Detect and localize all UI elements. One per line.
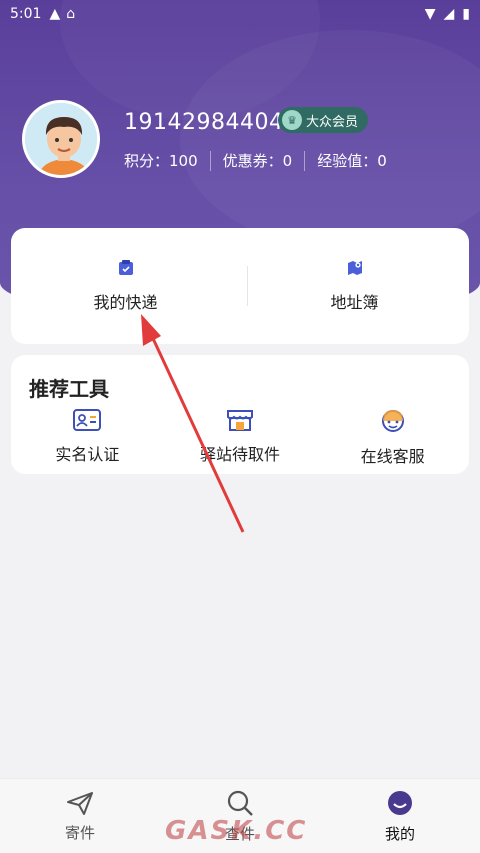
tab-mine[interactable]: 我的 [320,779,480,853]
my-express-button[interactable]: 我的快递 [11,228,240,344]
avatar[interactable] [22,100,100,178]
coupons-label: 优惠券： [222,152,283,170]
member-badge-label: 大众会员 [306,114,359,130]
clipboard-check-icon [118,260,133,275]
tab-send[interactable]: 寄件 [0,779,160,853]
exp-value: 0 [377,152,387,170]
tools-title: 推荐工具 [29,377,109,401]
exp-stat[interactable]: 经验值：0 [317,150,387,171]
crown-icon: ♛ [282,110,302,130]
exp-label: 经验值： [317,152,378,170]
tool-station-pickup[interactable]: 驿站待取件 [164,407,317,467]
coupons-value: 0 [282,152,293,170]
profile-icon [388,790,412,815]
stats-divider [209,150,211,171]
quick-actions-card: 我的快递 地址簿 [11,228,469,344]
coupons-stat[interactable]: 优惠券：0 [223,150,293,171]
search-icon [227,790,253,816]
send-icon [67,791,93,815]
tab-label: 我的 [384,824,415,843]
watermark: GASK.CC [165,816,308,846]
points-stat[interactable]: 积分：100 [124,150,198,171]
tool-label: 实名认证 [55,445,120,464]
member-badge[interactable]: ♛ 大众会员 [278,107,369,133]
user-phone: 19142984404 [124,110,284,135]
user-stats: 积分：100 优惠券：0 经验值：0 [124,150,387,171]
stats-divider [304,150,306,171]
recommended-tools-card: 推荐工具 实名认证 驿站待取件 在线客服 [11,355,469,474]
points-label: 积分： [124,152,170,170]
tool-online-service[interactable]: 在线客服 [316,407,469,467]
my-express-label: 我的快递 [93,293,158,312]
notification-triangle-icon: ▲ [49,6,61,22]
battery-icon: ▮ [462,6,470,22]
tab-label: 寄件 [64,823,95,842]
signal-icon: ◢ [443,6,455,22]
tool-label: 驿站待取件 [200,445,281,464]
status-bar: 5:01 ▲ ⌂ ▼ ◢ ▮ [0,0,480,28]
tool-label: 在线客服 [360,447,425,466]
status-time: 5:01 [10,6,42,22]
tool-real-name-auth[interactable]: 实名认证 [11,407,164,467]
quick-actions-divider [247,266,248,306]
address-book-button[interactable]: 地址簿 [240,228,469,344]
cloud-icon: ⌂ [66,6,76,22]
points-value: 100 [169,152,198,170]
map-location-icon [347,261,362,275]
id-card-icon [73,409,102,431]
address-book-label: 地址簿 [330,293,379,312]
wifi-icon: ▼ [424,6,436,22]
customer-service-icon [381,410,404,432]
store-icon [227,410,253,431]
